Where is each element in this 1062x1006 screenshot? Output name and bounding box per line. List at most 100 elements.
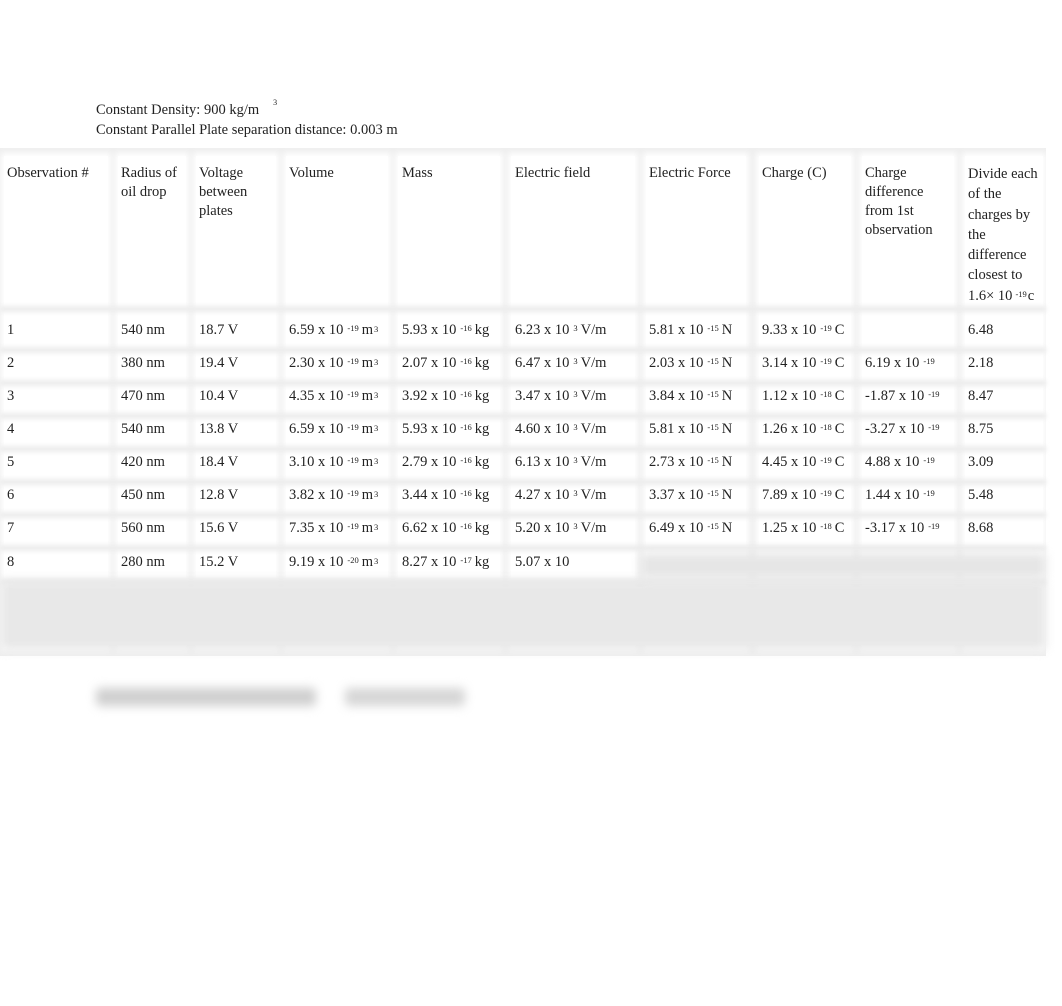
cell-radius: 280 nm (121, 554, 165, 570)
volume-unit: m (361, 421, 373, 437)
charge-exponent: -19 (820, 356, 832, 366)
difference-exponent: -19 (923, 455, 935, 465)
charge-mantissa: 9.33 x 10 (762, 322, 817, 338)
force-exponent: -15 (707, 323, 719, 333)
cell-voltage: 15.6 V (199, 520, 239, 536)
cell-mass: 3.92 x 10 -16 kg (402, 386, 489, 406)
cell-charge-difference: -1.87 x 10 -19 (865, 386, 943, 406)
mass-mantissa: 6.62 x 10 (402, 520, 457, 536)
cell-voltage: 19.4 V (199, 355, 239, 371)
force-exponent: -15 (707, 455, 719, 465)
cell-charge: 7.89 x 10 -19 C (762, 485, 844, 505)
volume-unit-exponent: 3 (374, 556, 379, 566)
mass-unit: kg (474, 322, 490, 338)
field-exponent: 3 (573, 455, 578, 465)
volume-mantissa: 9.19 x 10 (289, 554, 344, 570)
volume-unit: m (361, 322, 373, 338)
field-unit: V/m (580, 454, 607, 470)
volume-mantissa: 3.82 x 10 (289, 487, 344, 503)
volume-unit: m (361, 520, 373, 536)
cell-voltage: 15.2 V (199, 554, 239, 570)
mass-exponent: -16 (460, 521, 472, 531)
cell-observation: 4 (7, 421, 15, 437)
force-mantissa: 3.37 x 10 (649, 487, 704, 503)
charge-exponent: -18 (820, 521, 832, 531)
volume-exponent: -19 (347, 521, 359, 531)
cell-electric-field: 5.07 x 10 (515, 552, 576, 572)
mass-unit: kg (474, 487, 490, 503)
difference-exponent: -19 (923, 356, 935, 366)
volume-mantissa: 7.35 x 10 (289, 520, 344, 536)
force-unit: N (721, 355, 733, 371)
mass-mantissa: 2.79 x 10 (402, 454, 457, 470)
mass-mantissa: 5.93 x 10 (402, 322, 457, 338)
charge-mantissa: 7.89 x 10 (762, 487, 817, 503)
mass-exponent: -16 (460, 422, 472, 432)
header-mass: Mass (402, 165, 433, 181)
mass-exponent: -16 (460, 455, 472, 465)
cell-charge-difference: 1.44 x 10 -19 (865, 485, 938, 505)
cell-volume: 3.10 x 10 -19 m3 (289, 452, 378, 472)
field-unit: V/m (580, 421, 607, 437)
mass-exponent: -16 (460, 488, 472, 498)
volume-exponent: -19 (347, 356, 359, 366)
field-mantissa: 5.20 x 10 (515, 520, 570, 536)
field-exponent: 3 (573, 521, 578, 531)
cell-volume: 6.59 x 10 -19 m3 (289, 320, 378, 340)
volume-exponent: -19 (347, 422, 359, 432)
force-exponent: -15 (707, 422, 719, 432)
mass-exponent: -16 (460, 356, 472, 366)
field-exponent: 3 (573, 356, 578, 366)
cell-electric-force: 5.81 x 10 -15 N (649, 419, 732, 439)
cell-charge-difference: -3.27 x 10 -19 (865, 419, 943, 439)
charge-exponent: -19 (820, 455, 832, 465)
volume-unit-exponent: 3 (374, 489, 379, 499)
charge-mantissa: 1.26 x 10 (762, 421, 817, 437)
cell-mass: 8.27 x 10 -17 kg (402, 552, 489, 572)
field-unit: V/m (580, 388, 607, 404)
cell-radius: 450 nm (121, 487, 165, 503)
cell-mass: 5.93 x 10 -16 kg (402, 320, 489, 340)
cell-mass: 2.79 x 10 -16 kg (402, 452, 489, 472)
cell-voltage: 12.8 V (199, 487, 239, 503)
difference-mantissa: -3.17 x 10 (865, 520, 925, 536)
cell-electric-field: 5.20 x 10 3 V/m (515, 518, 606, 538)
header-electric-force: Electric Force (649, 165, 731, 181)
force-exponent: -15 (707, 488, 719, 498)
cell-volume: 6.59 x 10 -19 m3 (289, 419, 378, 439)
charge-mantissa: 4.45 x 10 (762, 454, 817, 470)
force-unit: N (721, 520, 733, 536)
obscured-rows (0, 580, 1046, 650)
mass-mantissa: 2.07 x 10 (402, 355, 457, 371)
cell-radius: 560 nm (121, 520, 165, 536)
density-exponent: 3 (273, 98, 278, 107)
cell-volume: 9.19 x 10 -20 m3 (289, 552, 378, 572)
field-exponent: 3 (573, 323, 578, 333)
cell-observation: 5 (7, 454, 15, 470)
volume-exponent: -19 (347, 323, 359, 333)
cell-electric-force: 2.73 x 10 -15 N (649, 452, 732, 472)
cell-radius: 420 nm (121, 454, 165, 470)
charge-unit: C (834, 421, 845, 437)
volume-unit-exponent: 3 (374, 357, 379, 367)
volume-unit: m (361, 554, 373, 570)
cell-voltage: 18.7 V (199, 322, 239, 338)
charge-unit: C (834, 487, 845, 503)
volume-unit-exponent: 3 (374, 423, 379, 433)
cell-charge: 3.14 x 10 -19 C (762, 353, 844, 373)
difference-exponent: -19 (928, 422, 940, 432)
cell-charge: 4.45 x 10 -19 C (762, 452, 844, 472)
charge-mantissa: 3.14 x 10 (762, 355, 817, 371)
cell-charge-difference: 4.88 x 10 -19 (865, 452, 938, 472)
cell-radius: 540 nm (121, 421, 165, 437)
volume-unit-exponent: 3 (374, 456, 379, 466)
cell-mass: 5.93 x 10 -16 kg (402, 419, 489, 439)
cell-electric-field: 3.47 x 10 3 V/m (515, 386, 606, 406)
cell-charge: 1.26 x 10 -18 C (762, 419, 844, 439)
volume-unit: m (361, 454, 373, 470)
mass-unit: kg (474, 388, 490, 404)
volume-unit-exponent: 3 (374, 522, 379, 532)
cell-observation: 7 (7, 520, 15, 536)
mass-mantissa: 5.93 x 10 (402, 421, 457, 437)
cell-observation: 8 (7, 554, 15, 570)
